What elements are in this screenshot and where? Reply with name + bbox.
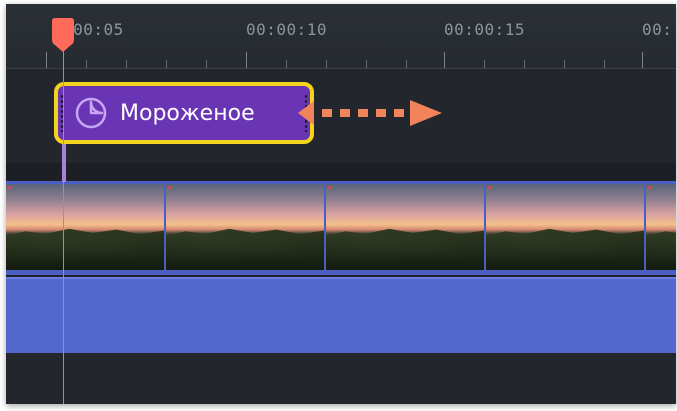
clip-marker xyxy=(488,186,491,189)
ruler-tick xyxy=(484,60,485,68)
sticker-clip[interactable]: Мороженое xyxy=(54,82,314,144)
video-thumbnail xyxy=(6,184,164,270)
video-thumbnail xyxy=(326,184,484,270)
clip-marker xyxy=(328,186,331,189)
ruler-tick xyxy=(126,60,127,68)
ruler-tick xyxy=(286,60,287,68)
playhead-line xyxy=(63,24,64,404)
ruler-label-10s: 00:00:10 xyxy=(246,20,328,39)
time-ruler[interactable]: :00:05 00:00:10 00:00:15 00: xyxy=(6,4,676,69)
sticker-icon xyxy=(75,97,107,129)
ruler-tick xyxy=(326,60,327,68)
ruler-tick xyxy=(246,52,247,68)
empty-track[interactable] xyxy=(6,353,676,404)
ruler-tick xyxy=(166,60,167,68)
video-clip[interactable] xyxy=(6,184,676,270)
ruler-tick xyxy=(444,52,445,68)
video-track[interactable] xyxy=(6,181,676,275)
sticker-clip-label: Мороженое xyxy=(120,100,255,126)
drag-right-arrow-icon xyxy=(298,100,442,126)
ruler-tick xyxy=(564,60,565,68)
playhead-handle[interactable] xyxy=(52,18,74,52)
ruler-label-20s: 00: xyxy=(642,20,673,39)
ruler-label-15s: 00:00:15 xyxy=(444,20,526,39)
track-separator xyxy=(6,163,676,181)
clip-marker xyxy=(168,186,171,189)
ruler-tick xyxy=(524,60,525,68)
video-thumbnail xyxy=(166,184,324,270)
ruler-tick xyxy=(86,60,87,68)
ruler-tick xyxy=(406,60,407,68)
ruler-tick xyxy=(46,52,47,68)
ruler-tick xyxy=(604,60,605,68)
ruler-tick xyxy=(206,60,207,68)
timeline-panel: :00:05 00:00:10 00:00:15 00: Мороженое xyxy=(6,4,676,404)
ruler-tick xyxy=(366,60,367,68)
clip-marker xyxy=(8,186,11,189)
ruler-tick xyxy=(642,52,643,68)
audio-track[interactable] xyxy=(6,277,676,355)
video-thumbnail xyxy=(646,184,676,270)
video-thumbnail xyxy=(486,184,644,270)
clip-marker xyxy=(648,186,651,189)
